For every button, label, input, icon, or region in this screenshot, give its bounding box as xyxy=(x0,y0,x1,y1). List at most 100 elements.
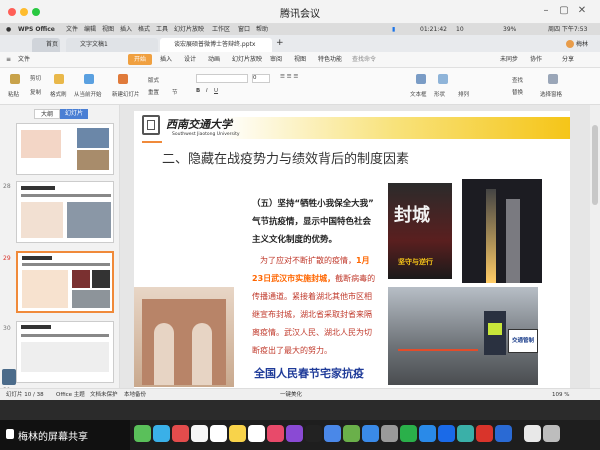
notes-icon[interactable] xyxy=(229,425,246,442)
thumb-logo xyxy=(22,256,52,260)
new-slide-icon[interactable] xyxy=(118,74,128,84)
reset-button[interactable]: 重置 xyxy=(148,88,159,96)
menubar-item[interactable]: 视图 xyxy=(102,24,114,35)
apple-icon[interactable]: ● xyxy=(6,24,11,35)
cut-button[interactable]: 剪切 xyxy=(30,74,41,82)
ribbon-tab-home[interactable]: 开始 xyxy=(128,54,153,65)
ribbon-tab-file[interactable]: 文件 xyxy=(18,52,30,68)
facetime-icon[interactable] xyxy=(153,425,170,442)
find-button[interactable]: 查找 xyxy=(512,76,523,84)
wps-icon[interactable] xyxy=(476,425,493,442)
unsynced-label[interactable]: 未同步 xyxy=(500,52,518,68)
numbers-icon[interactable] xyxy=(343,425,360,442)
replace-button[interactable]: 替换 xyxy=(512,88,523,96)
menubar-item[interactable]: 幻灯片放映 xyxy=(174,24,204,35)
keynote-icon[interactable] xyxy=(324,425,341,442)
screen-share-banner: 梅林的屏幕共享 xyxy=(0,420,130,450)
section-button[interactable]: 节 xyxy=(172,88,178,96)
gate-arch-right xyxy=(192,323,212,385)
scroll-thumb[interactable] xyxy=(592,125,598,205)
font-size-value: 0 xyxy=(253,75,257,81)
tab-document[interactable]: 文字文稿1 xyxy=(66,38,158,52)
gate-arch-left xyxy=(154,323,174,385)
photos-icon[interactable] xyxy=(172,425,189,442)
trash-icon[interactable] xyxy=(543,425,560,442)
collab-button[interactable]: 协作 xyxy=(530,52,542,68)
search-command[interactable]: 查找命令 xyxy=(352,52,376,68)
font-name-field[interactable] xyxy=(196,74,248,83)
tab-slides[interactable]: 幻灯片 xyxy=(60,109,88,119)
ribbon-tab-design[interactable]: 设计 xyxy=(184,52,196,68)
close-icon[interactable]: ✕ xyxy=(576,5,588,17)
layout-button[interactable]: 版式 xyxy=(148,76,159,84)
messages-icon[interactable] xyxy=(134,425,151,442)
slide-thumbnail[interactable] xyxy=(16,321,114,383)
menubar-item[interactable]: 插入 xyxy=(120,24,132,35)
document-tab-bar: 首页 文字文稿1 谈宏展硕普微博士答辩终.pptx + 梅林 xyxy=(0,35,600,52)
align-icon[interactable]: ☰ ☰ ☰ xyxy=(280,74,298,80)
shape-icon[interactable] xyxy=(438,74,448,84)
thumb-image xyxy=(77,150,109,170)
clock-text: 周四 下午7:53 xyxy=(548,26,588,33)
avatar[interactable] xyxy=(566,40,574,48)
app-icon[interactable] xyxy=(457,425,474,442)
paste-icon[interactable] xyxy=(10,74,20,84)
music-icon[interactable] xyxy=(267,425,284,442)
contacts-icon[interactable] xyxy=(191,425,208,442)
new-tab-icon[interactable]: + xyxy=(276,38,284,48)
arrange-button[interactable]: 排列 xyxy=(458,90,469,98)
app-icon[interactable] xyxy=(495,425,512,442)
textbox-icon[interactable] xyxy=(416,74,426,84)
body-text: 紧接着湖北其他市区相 xyxy=(292,292,372,301)
meeting-app-icon[interactable] xyxy=(419,425,436,442)
font-size-field[interactable]: 0 xyxy=(252,74,270,83)
ribbon-tab-insert[interactable]: 插入 xyxy=(160,52,172,68)
play-from-current-icon[interactable] xyxy=(84,74,94,84)
tv-icon[interactable] xyxy=(305,425,322,442)
ribbon-tab-animation[interactable]: 动画 xyxy=(208,52,220,68)
slide-thumbnail[interactable] xyxy=(16,181,114,243)
podcasts-icon[interactable] xyxy=(286,425,303,442)
thumb-image xyxy=(72,290,110,308)
slide-thumbnail[interactable] xyxy=(16,123,114,175)
minimize-icon[interactable]: – xyxy=(540,5,552,17)
ribbon-tab-features[interactable]: 特色功能 xyxy=(318,52,342,68)
menubar-app-name[interactable]: WPS Office xyxy=(18,24,55,35)
downloads-icon[interactable] xyxy=(524,425,541,442)
slide[interactable]: 西南交通大学 Southwest Jiaotong University 二、隐… xyxy=(134,111,570,390)
italic-button[interactable]: I xyxy=(206,88,208,94)
menubar-item[interactable]: 工具 xyxy=(156,24,168,35)
ribbon-tab-review[interactable]: 审阅 xyxy=(270,52,282,68)
poster-title: 封城 xyxy=(394,205,430,226)
settings-icon[interactable] xyxy=(381,425,398,442)
microphone-icon[interactable] xyxy=(6,429,14,439)
bold-button[interactable]: B xyxy=(196,88,200,94)
menubar-item[interactable]: 编辑 xyxy=(84,24,96,35)
qq-icon[interactable] xyxy=(438,425,455,442)
hamburger-icon[interactable]: ≡ xyxy=(6,52,11,68)
calendar-icon[interactable] xyxy=(210,425,227,442)
selection-pane-icon[interactable] xyxy=(548,74,558,84)
ribbon-tab-slideshow[interactable]: 幻灯片放映 xyxy=(232,52,262,68)
menubar-item[interactable]: 工作区 xyxy=(212,24,230,35)
tab-outline[interactable]: 大纲 xyxy=(34,109,60,119)
menubar-item[interactable]: 窗口 xyxy=(238,24,250,35)
maximize-icon[interactable]: ▢ xyxy=(558,5,570,17)
menubar-item[interactable]: 格式 xyxy=(138,24,150,35)
format-painter-icon[interactable] xyxy=(54,74,64,84)
vertical-scrollbar[interactable] xyxy=(590,105,600,388)
menubar-item[interactable]: 帮助 xyxy=(256,24,268,35)
slide-thumbnail-active[interactable] xyxy=(16,251,114,313)
underline-button[interactable]: U xyxy=(214,88,218,94)
thumb-image xyxy=(92,270,110,288)
tab-home[interactable]: 首页 xyxy=(32,38,60,52)
reminders-icon[interactable] xyxy=(248,425,265,442)
ribbon-tab-view[interactable]: 视图 xyxy=(294,52,306,68)
share-button[interactable]: 分享 xyxy=(562,52,574,68)
copy-button[interactable]: 复制 xyxy=(30,88,41,96)
wechat-icon[interactable] xyxy=(400,425,417,442)
wechat-count: 10 xyxy=(456,26,464,33)
tab-presentation[interactable]: 谈宏展硕普微博士答辩终.pptx xyxy=(160,38,272,52)
appstore-icon[interactable] xyxy=(362,425,379,442)
menubar-item[interactable]: 文件 xyxy=(66,24,78,35)
